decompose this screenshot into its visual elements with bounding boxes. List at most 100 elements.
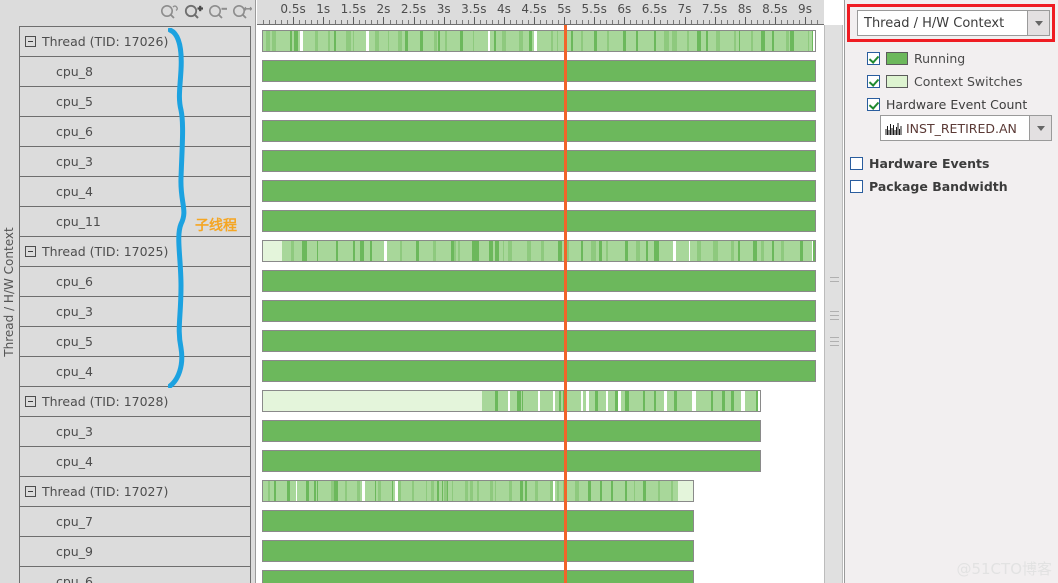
lane-switch-segment	[713, 241, 718, 261]
zoom-out-icon[interactable]	[206, 3, 230, 21]
hardware-event-combobox[interactable]: INST_RETIRED.AN	[880, 115, 1052, 141]
time-marker-line[interactable]	[564, 25, 567, 583]
tree-item-row[interactable]: cpu_6	[20, 267, 250, 297]
ruler-minor-tick	[780, 20, 782, 24]
ruler-minor-tick	[341, 20, 343, 24]
ruler-major-tick	[383, 17, 385, 24]
timeline-lanes[interactable]	[257, 26, 824, 583]
running-checkbox[interactable]	[867, 52, 880, 65]
thread-tree[interactable]: Thread (TID: 17026) cpu_8 cpu_5 cpu_6 cpu_3 c…	[19, 26, 251, 583]
tree-item-row[interactable]: cpu_3	[20, 417, 250, 447]
collapse-expander-icon[interactable]	[25, 246, 36, 257]
tree-item-row[interactable]: cpu_6	[20, 117, 250, 147]
timeline-lane[interactable]	[262, 540, 695, 562]
ruler-minor-tick	[636, 20, 638, 24]
ruler-minor-tick	[335, 20, 337, 24]
collapse-expander-icon[interactable]	[25, 486, 36, 497]
ruler-tick-label: 6s	[617, 2, 632, 16]
timeline-lane[interactable]	[262, 240, 816, 262]
ruler-minor-tick	[672, 20, 674, 24]
timeline-lane[interactable]	[262, 60, 816, 82]
tree-item-row[interactable]: cpu_5	[20, 327, 250, 357]
timeline-lane[interactable]	[262, 300, 816, 322]
chevron-down-icon[interactable]	[1028, 10, 1050, 36]
tree-item-row[interactable]: cpu_4	[20, 447, 250, 477]
lane-switch-segment	[353, 241, 355, 261]
timeline-lane[interactable]	[262, 570, 695, 583]
context-selector-combobox[interactable]: Thread / H/W Context	[857, 10, 1050, 36]
hardware-event-value: INST_RETIRED.AN	[906, 120, 1017, 136]
tree-item-row[interactable]: cpu_8	[20, 57, 250, 87]
lane-base-segment	[263, 271, 815, 291]
lane-switch-segment	[519, 31, 524, 51]
feature-groups-list: Hardware Events Package Bandwidth	[850, 152, 1050, 198]
tree-item-row[interactable]: cpu_3	[20, 147, 250, 177]
lane-switch-segment	[302, 241, 307, 261]
timeline-vertical-scrollbar[interactable]	[824, 25, 843, 583]
tree-group-row[interactable]: Thread (TID: 17027)	[20, 477, 250, 507]
timeline-lane[interactable]	[262, 120, 816, 142]
timeline-lane[interactable]	[262, 480, 695, 502]
collapse-expander-icon[interactable]	[25, 396, 36, 407]
lane-switch-segment	[441, 481, 443, 501]
tree-item-row[interactable]: cpu_5	[20, 87, 250, 117]
lane-switch-segment	[314, 31, 318, 51]
option-context-switches[interactable]: Context Switches	[867, 70, 1057, 93]
ruler-minor-tick	[678, 20, 680, 24]
package-bandwidth-checkbox[interactable]	[850, 180, 863, 193]
timeline-lane[interactable]	[262, 210, 816, 232]
tree-group-row[interactable]: Thread (TID: 17026)	[20, 27, 250, 57]
timeline-lane[interactable]	[262, 90, 816, 112]
lane-switch-segment	[526, 241, 532, 261]
group-hardware-events[interactable]: Hardware Events	[850, 152, 1050, 175]
lane-switch-segment	[535, 481, 539, 501]
ruler-minor-tick	[582, 20, 584, 24]
time-ruler[interactable]: 0.5s 1s 1.5s 2s 2.5s 3s 3.5s 4s 4.5s 5s 5.5s 6s 6.5s…	[257, 0, 824, 25]
lane-switch-segment	[387, 31, 389, 51]
zoom-in-icon[interactable]	[182, 3, 206, 21]
lane-switch-segment	[606, 391, 609, 411]
timeline-lane[interactable]	[262, 150, 816, 172]
lane-switch-segment	[781, 241, 784, 261]
timeline-lane[interactable]	[262, 390, 761, 412]
tree-item-row[interactable]: cpu_4	[20, 357, 250, 387]
timeline-lane[interactable]	[262, 180, 816, 202]
timeline-lane[interactable]	[262, 360, 816, 382]
hardware-event-count-checkbox[interactable]	[867, 98, 880, 111]
collapse-expander-icon[interactable]	[25, 36, 36, 47]
tree-group-row[interactable]: Thread (TID: 17025)	[20, 237, 250, 267]
tree-row-label: cpu_3	[56, 154, 93, 169]
timeline-lane[interactable]	[262, 420, 761, 442]
timeline-lane[interactable]	[262, 270, 816, 292]
ruler-tick-label: 9s	[798, 2, 812, 16]
tree-item-row[interactable]: cpu_6	[20, 567, 250, 583]
lane-switch-segment	[287, 481, 290, 501]
lane-switch-segment	[696, 31, 701, 51]
hardware-event-value-wrap[interactable]: INST_RETIRED.AN	[880, 115, 1030, 141]
timeline-lane[interactable]	[262, 450, 761, 472]
zoom-region-icon[interactable]	[158, 3, 182, 21]
context-switches-checkbox[interactable]	[867, 75, 880, 88]
option-hardware-event-count[interactable]: Hardware Event Count	[867, 93, 1057, 116]
lane-switch-segment	[761, 241, 764, 261]
timeline-lane[interactable]	[262, 510, 695, 532]
lane-switch-segment	[556, 31, 559, 51]
lane-switch-segment	[580, 241, 583, 261]
zoom-fit-icon[interactable]	[230, 3, 254, 21]
ruler-minor-tick	[401, 20, 403, 24]
tree-item-row[interactable]: cpu_3	[20, 297, 250, 327]
tree-group-row[interactable]: Thread (TID: 17028)	[20, 387, 250, 417]
tree-item-row[interactable]: cpu_4	[20, 177, 250, 207]
lane-switch-segment	[265, 31, 270, 51]
group-package-bandwidth[interactable]: Package Bandwidth	[850, 175, 1050, 198]
timeline-lane[interactable]	[262, 330, 816, 352]
tree-item-row[interactable]: cpu_7	[20, 507, 250, 537]
ruler-minor-tick	[588, 20, 590, 24]
timeline-lane[interactable]	[262, 30, 816, 52]
hardware-event-chevron-down-icon[interactable]	[1030, 115, 1052, 141]
tree-item-row[interactable]: cpu_9	[20, 537, 250, 567]
context-selector-value[interactable]: Thread / H/W Context	[857, 10, 1028, 36]
hardware-events-checkbox[interactable]	[850, 157, 863, 170]
option-running[interactable]: Running	[867, 47, 1057, 70]
lane-switch-segment	[517, 391, 521, 411]
